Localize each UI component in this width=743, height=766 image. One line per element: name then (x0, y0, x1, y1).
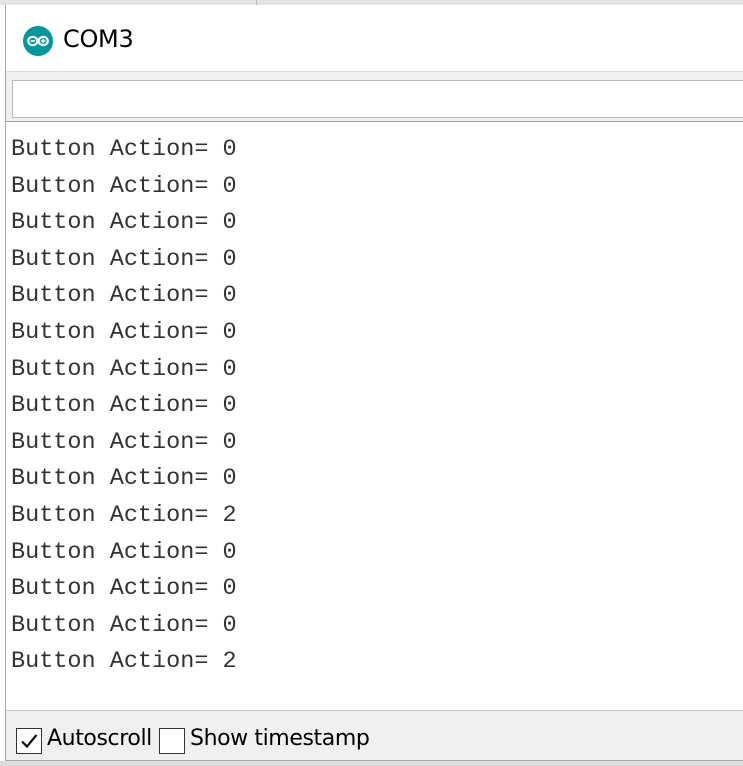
autoscroll-label: Autoscroll (47, 726, 152, 751)
output-line: Button Action= 0 (11, 538, 237, 566)
status-bar: Autoscroll Show timestamp (6, 710, 743, 760)
output-line: Button Action= 0 (11, 209, 237, 237)
serial-monitor-window: COM3 Button Action= 0 Button Action= 0 But… (5, 5, 743, 761)
autoscroll-checkbox[interactable] (16, 728, 42, 754)
output-line: Button Action= 0 (11, 245, 237, 273)
output-line: Button Action= 0 (11, 136, 237, 163)
title-bar: COM3 (6, 5, 743, 71)
output-line: Button Action= 0 (11, 465, 237, 493)
send-toolbar (6, 71, 743, 121)
output-line: Button Action= 2 (11, 648, 237, 676)
output-line: Button Action= 0 (11, 282, 237, 310)
background-strip-bottom (0, 761, 743, 766)
output-line: Button Action= 0 (11, 392, 237, 420)
output-line: Button Action= 0 (11, 355, 237, 383)
output-line: Button Action= 0 (11, 575, 237, 603)
output-line: Button Action= 0 (11, 611, 237, 639)
window-title: COM3 (63, 25, 134, 53)
serial-output[interactable]: Button Action= 0 Button Action= 0 Button A… (6, 121, 743, 710)
output-line: Button Action= 0 (11, 172, 237, 200)
send-input[interactable] (12, 80, 743, 118)
show-timestamp-checkbox[interactable] (159, 728, 185, 754)
checkmark-icon (21, 734, 38, 749)
show-timestamp-label: Show timestamp (190, 726, 370, 751)
arduino-icon (23, 26, 53, 56)
output-line: Button Action= 0 (11, 319, 237, 346)
output-line: Button Action= 0 (11, 428, 237, 456)
output-line: Button Action= 2 (11, 502, 237, 529)
